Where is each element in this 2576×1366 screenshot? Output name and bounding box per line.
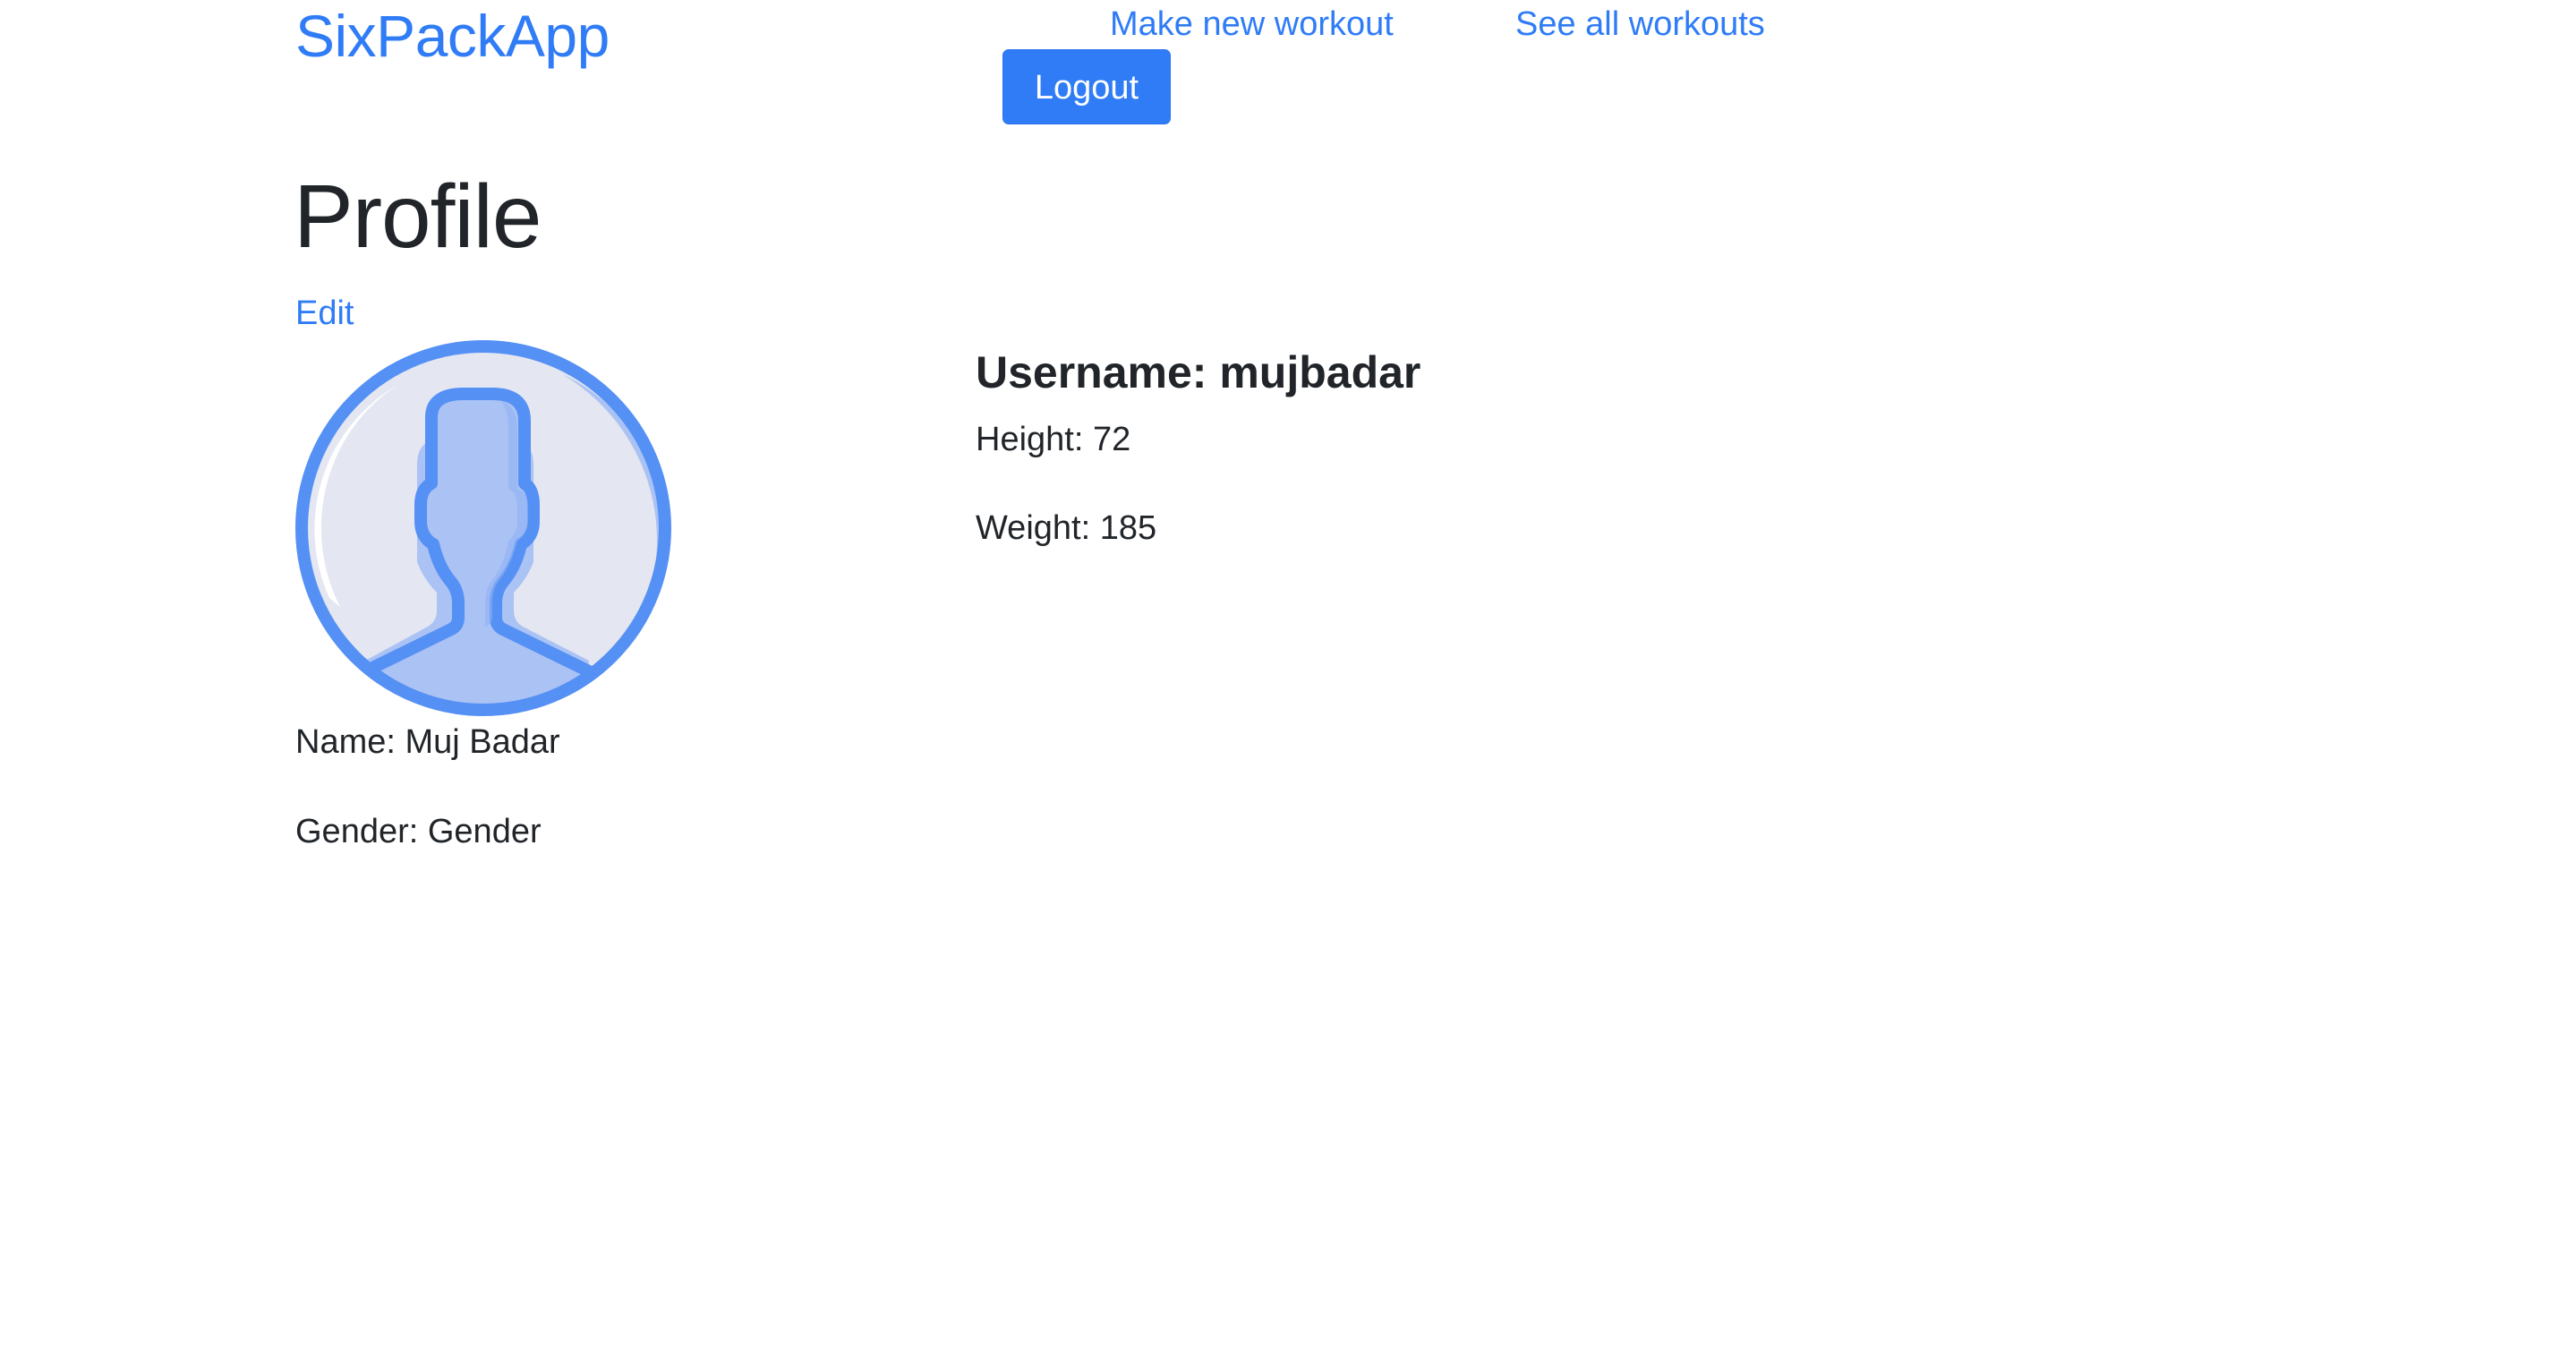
profile-weight: Weight: 185 bbox=[976, 509, 1157, 547]
profile-name: Name: Muj Badar bbox=[295, 723, 560, 761]
user-silhouette-icon bbox=[295, 340, 671, 716]
brand-logo-link[interactable]: SixPackApp bbox=[295, 0, 610, 72]
nav-see-all-workouts[interactable]: See all workouts bbox=[1515, 4, 1765, 45]
logout-button[interactable]: Logout bbox=[1002, 49, 1171, 124]
page-title: Profile bbox=[294, 166, 542, 267]
profile-page: SixPackApp Make new workout See all work… bbox=[0, 0, 2576, 1366]
avatar bbox=[294, 338, 673, 718]
profile-gender: Gender: Gender bbox=[295, 813, 542, 850]
edit-profile-link[interactable]: Edit bbox=[295, 292, 354, 335]
profile-height: Height: 72 bbox=[976, 421, 1131, 458]
profile-username: Username: mujbadar bbox=[976, 347, 1421, 397]
nav-make-new-workout[interactable]: Make new workout bbox=[1110, 4, 1394, 45]
